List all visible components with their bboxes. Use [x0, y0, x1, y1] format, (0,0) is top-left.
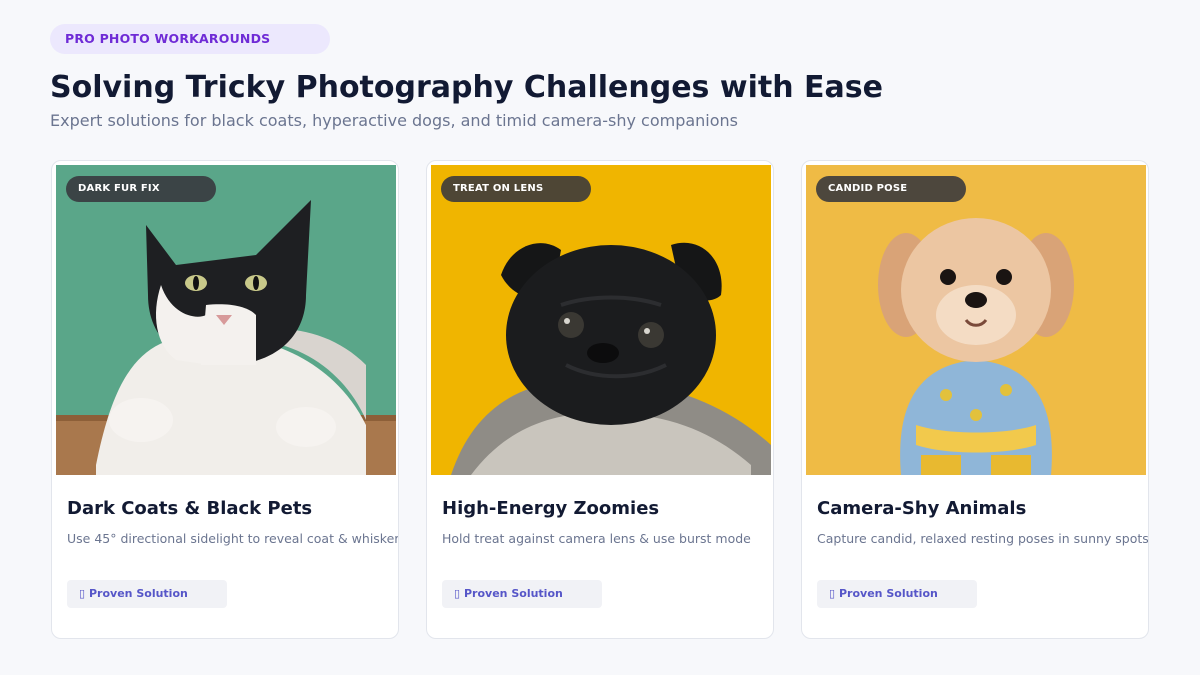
proven-solution-badge[interactable]: ▯ Proven Solution: [67, 580, 227, 608]
card-tag: CANDID POSE: [816, 176, 966, 202]
cat-photo: [56, 165, 396, 475]
check-icon: ▯: [829, 587, 836, 600]
category-pill: PRO PHOTO WORKAROUNDS: [50, 24, 330, 54]
card-tag: DARK FUR FIX: [66, 176, 216, 202]
card-camera-shy[interactable]: CANDID POSE Camera-Shy Animals Capture c…: [801, 160, 1149, 639]
dog-photo: [806, 165, 1146, 475]
card-description: Capture candid, relaxed resting poses in…: [817, 531, 1149, 546]
card-tag: TREAT ON LENS: [441, 176, 591, 202]
proven-solution-badge[interactable]: ▯ Proven Solution: [442, 580, 602, 608]
card-title: Camera-Shy Animals: [817, 498, 1027, 519]
proven-solution-badge[interactable]: ▯ Proven Solution: [817, 580, 977, 608]
card-description: Hold treat against camera lens & use bur…: [442, 531, 751, 546]
check-icon: ▯: [79, 587, 86, 600]
badge-label: Proven Solution: [89, 587, 188, 600]
page-subtitle: Expert solutions for black coats, hypera…: [50, 111, 739, 130]
badge-label: Proven Solution: [839, 587, 938, 600]
badge-label: Proven Solution: [464, 587, 563, 600]
pug-photo: [431, 165, 771, 475]
page-title: Solving Tricky Photography Challenges wi…: [50, 70, 883, 105]
card-title: Dark Coats & Black Pets: [67, 498, 313, 519]
card-high-energy[interactable]: TREAT ON LENS High-Energy Zoomies Hold t…: [426, 160, 774, 639]
card-title: High-Energy Zoomies: [442, 498, 660, 519]
card-description: Use 45° directional sidelight to reveal …: [67, 531, 399, 546]
card-dark-coats[interactable]: DARK FUR FIX Dark Coats & Black Pets Use…: [51, 160, 399, 639]
check-icon: ▯: [454, 587, 461, 600]
